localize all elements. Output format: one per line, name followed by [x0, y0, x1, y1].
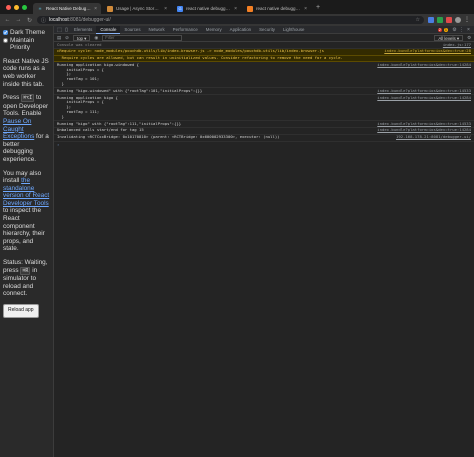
bookmark-star-icon[interactable]: ☆: [416, 17, 420, 23]
react-icon: ⚛: [38, 5, 42, 11]
warning-count-badge[interactable]: 1: [443, 27, 448, 32]
intro-text: React Native JS code runs as a web worke…: [3, 57, 49, 88]
stackoverflow-favicon-icon: [247, 5, 253, 12]
browser-window: ⚛ React Native Debugger × Usage | Async …: [0, 0, 474, 457]
devtools-instructions: Press ⌘⌥I to open Developer Tools. Enabl…: [3, 94, 49, 163]
profile-avatar-icon[interactable]: [455, 17, 461, 23]
extension-icon[interactable]: [446, 17, 452, 23]
shortcut-key: ⌘R: [20, 266, 31, 275]
close-window-button[interactable]: [6, 5, 11, 10]
console-message-text: Running "kigo-windowed" with {"rootTag":…: [57, 87, 203, 93]
browser-tab-google-search[interactable]: G react native debugger is not w... ×: [173, 3, 241, 14]
menu-kebab-icon[interactable]: ⋮: [464, 17, 470, 23]
devtools-tab-network[interactable]: Network: [145, 26, 169, 34]
console-source-link[interactable]: index.js:177: [443, 42, 471, 48]
pause-on-caught-exceptions-link[interactable]: Pause On Caught Exceptions: [3, 118, 34, 140]
back-arrow-icon[interactable]: ←: [4, 17, 11, 23]
devtools-tab-elements[interactable]: Elements: [70, 26, 96, 34]
console-toolbar: ▤ ⊘ top ▾ ◉ All levels ▾ ⚙: [54, 34, 474, 42]
console-message-row[interactable]: Running application kigo { initialProps …: [54, 94, 474, 122]
console-settings-gear-icon[interactable]: ⚙: [467, 35, 471, 41]
reload-app-button[interactable]: Reload app: [3, 304, 39, 318]
devtools-panel: ⬚ ▯ Elements Console Sources Network Per…: [53, 25, 474, 457]
status-text: Status: Waiting, press ⌘R in simulator t…: [3, 259, 48, 298]
devtools-tab-lighthouse[interactable]: Lighthouse: [279, 26, 308, 34]
extension-icon[interactable]: [428, 17, 434, 23]
browser-tab-react-native-debugger[interactable]: ⚛ React Native Debugger ×: [33, 3, 101, 14]
maximize-window-button[interactable]: [22, 5, 27, 10]
forward-arrow-icon[interactable]: →: [15, 17, 22, 23]
devtools-tab-application[interactable]: Application: [226, 26, 255, 34]
console-message-text: Running "kigo" with {"rootTag":111,"init…: [57, 120, 182, 126]
console-message-text: Invalidating <RCTCxxBridge: 0x10170810> …: [57, 134, 280, 140]
inspect-element-icon[interactable]: ⬚: [56, 27, 63, 33]
browser-tab-stackoverflow[interactable]: react native debugger freezin... ×: [243, 3, 311, 14]
browser-tab-async-storage[interactable]: Usage | Async Storage ×: [103, 3, 171, 14]
google-favicon-icon: G: [177, 5, 183, 12]
eye-icon[interactable]: ◉: [94, 35, 98, 41]
devtools-tabbar: ⬚ ▯ Elements Console Sources Network Per…: [54, 25, 474, 34]
devtools-tab-memory[interactable]: Memory: [202, 26, 226, 34]
window-controls: [0, 5, 33, 14]
dark-theme-option[interactable]: Dark Theme: [3, 29, 50, 37]
devtools-tab-console[interactable]: Console: [96, 25, 121, 34]
console-source-link[interactable]: index.bundle?platform=ios&dev=true:28: [384, 48, 471, 54]
clear-console-icon[interactable]: ⊘: [65, 35, 69, 41]
console-source-link[interactable]: index.bundle?platform=ios&dev=true:14533: [377, 88, 471, 94]
console-message-row[interactable]: Running application kigo-windowed { init…: [54, 61, 474, 89]
tab-strip: ⚛ React Native Debugger × Usage | Async …: [0, 0, 474, 14]
devtools-tab-security[interactable]: Security: [255, 26, 279, 34]
sidebar-toggle-icon[interactable]: ▤: [57, 35, 61, 41]
settings-gear-icon[interactable]: ⚙: [451, 27, 458, 33]
maintain-priority-option[interactable]: Maintain Priority: [3, 37, 50, 52]
console-message-text: Running application kigo-windowed { init…: [57, 61, 139, 87]
error-count-badge[interactable]: 2: [437, 27, 442, 32]
console-source-link[interactable]: index.bundle?platform=ios&dev=true:14533: [377, 121, 471, 127]
dark-theme-checkbox[interactable]: [3, 30, 8, 35]
reload-icon[interactable]: ↻: [26, 17, 33, 24]
console-message-text: Console was cleared: [57, 41, 102, 47]
log-levels-dropdown[interactable]: All levels ▾: [434, 34, 464, 41]
close-tab-icon[interactable]: ×: [94, 6, 97, 12]
console-prompt-input[interactable]: ›: [54, 142, 474, 148]
close-tab-icon[interactable]: ×: [234, 6, 237, 12]
more-options-icon[interactable]: ⋮: [458, 27, 465, 33]
console-message-text: Running application kigo { initialProps …: [57, 94, 118, 119]
shortcut-key: ⌘⌥I: [21, 94, 35, 103]
close-tab-icon[interactable]: ×: [164, 6, 167, 12]
console-source-link[interactable]: 192.168.178.21:8081/debugger-ui/: [396, 134, 471, 140]
context-selector[interactable]: top ▾: [72, 34, 91, 41]
close-tab-icon[interactable]: ×: [304, 6, 307, 12]
devtools-tab-sources[interactable]: Sources: [120, 26, 144, 34]
install-devtools-text: You may also install the standalone vers…: [3, 169, 50, 253]
address-toolbar: ← → ↻ ⓘ localhost:8081/debugger-ui/ ☆ ⋮: [0, 14, 474, 26]
maintain-priority-checkbox[interactable]: [3, 37, 8, 43]
extensions-area: ⋮: [428, 17, 470, 23]
minimize-window-button[interactable]: [14, 5, 19, 10]
device-toolbar-icon[interactable]: ▯: [63, 27, 70, 33]
console-source-link[interactable]: index.bundle?platform=ios&dev=true:14284: [377, 128, 471, 133]
console-message-text: Require cycles are allowed, but can resu…: [57, 55, 343, 61]
address-bar[interactable]: ⓘ localhost:8081/debugger-ui/ ☆: [37, 16, 424, 24]
console-message-row[interactable]: Invalidating <RCTCxxBridge: 0x10170810> …: [54, 134, 474, 142]
extension-icon[interactable]: [437, 17, 443, 23]
console-source-link[interactable]: index.bundle?platform=ios&dev=true:14284: [377, 62, 471, 68]
new-tab-button[interactable]: +: [313, 4, 320, 14]
async-storage-favicon-icon: [107, 5, 113, 12]
console-message-text: ▸Require cycle: node_modules/pouchdb-uti…: [57, 48, 325, 54]
console-filter-input[interactable]: [102, 34, 183, 41]
info-icon[interactable]: ⓘ: [41, 17, 46, 24]
devtools-tab-performance[interactable]: Performance: [169, 26, 202, 34]
debugger-page-panel: Dark Theme Maintain Priority React Nativ…: [0, 26, 53, 457]
console-message-text: Unbalanced calls start/end for tag 15: [57, 127, 144, 133]
console-source-link[interactable]: index.bundle?platform=ios&dev=true:14284: [377, 95, 471, 101]
close-devtools-icon[interactable]: ×: [465, 27, 472, 33]
console-output: Console was cleared index.js:177 ▸Require …: [54, 42, 474, 148]
